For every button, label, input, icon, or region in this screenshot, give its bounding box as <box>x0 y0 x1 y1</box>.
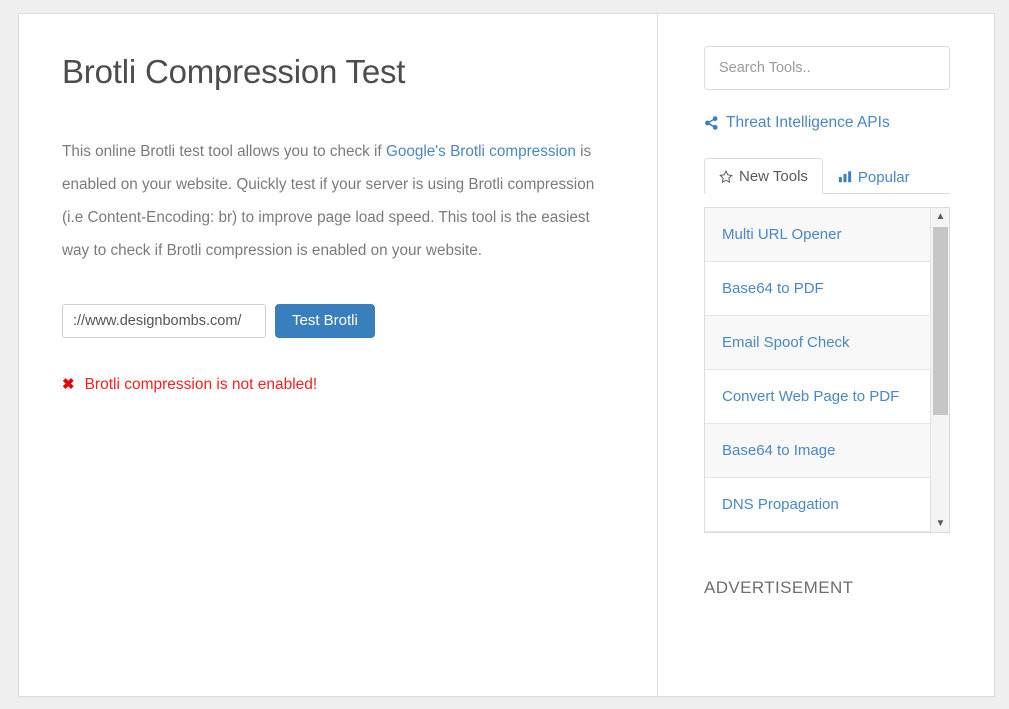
search-input[interactable] <box>704 46 950 90</box>
tab-popular-label: Popular <box>857 168 910 186</box>
scrollbar-up-arrow-icon[interactable]: ▲ <box>931 208 949 225</box>
tool-item-label: Convert Web Page to PDF <box>722 388 900 405</box>
content-card: Brotli Compression Test This online Brot… <box>18 13 995 697</box>
main-column: Brotli Compression Test This online Brot… <box>19 14 658 696</box>
result-message-text: Brotli compression is not enabled! <box>84 375 318 393</box>
tool-item-label: Email Spoof Check <box>722 334 850 351</box>
url-input[interactable] <box>62 303 266 338</box>
scrollbar-thumb[interactable] <box>933 227 948 415</box>
share-icon <box>704 116 719 130</box>
list-item[interactable]: Multi URL Opener <box>705 208 930 262</box>
tools-list: Multi URL Opener Base64 to PDF Email Spo… <box>705 208 930 532</box>
page-title: Brotli Compression Test <box>62 53 406 90</box>
page-root: Brotli Compression Test This online Brot… <box>0 0 1009 709</box>
result-message: ✖ Brotli compression is not enabled! <box>62 376 615 394</box>
threat-intelligence-apis-link[interactable]: Threat Intelligence APIs <box>704 114 950 132</box>
brotli-compression-link[interactable]: Google's Brotli compression <box>386 143 576 160</box>
sidebar-column: Threat Intelligence APIs New Tools <box>658 14 994 696</box>
tools-list-scrollbar[interactable]: ▲ ▼ <box>930 208 949 532</box>
tools-list-panel: Multi URL Opener Base64 to PDF Email Spo… <box>704 207 950 533</box>
star-icon <box>719 169 733 184</box>
tool-item-label: DNS Propagation <box>722 496 839 513</box>
error-x-icon: ✖ <box>62 376 75 394</box>
url-test-form: Test Brotli <box>62 303 615 338</box>
tool-item-label: Base64 to PDF <box>722 280 824 297</box>
tool-item-label: Multi URL Opener <box>722 226 842 243</box>
threat-intelligence-apis-label: Threat Intelligence APIs <box>726 114 890 131</box>
tool-item-label: Base64 to Image <box>722 442 836 459</box>
tab-popular[interactable]: Popular <box>823 158 925 194</box>
intro-text-before: This online Brotli test tool allows you … <box>62 142 386 160</box>
list-item[interactable]: DNS Propagation <box>705 478 930 532</box>
list-item[interactable]: Email Spoof Check <box>705 316 930 370</box>
sidebar-tabs: New Tools Popular <box>704 158 950 194</box>
list-item[interactable]: Base64 to PDF <box>705 262 930 316</box>
list-item[interactable]: Convert Web Page to PDF <box>705 370 930 424</box>
intro-paragraph: This online Brotli test tool allows you … <box>62 135 615 267</box>
list-item[interactable]: Base64 to Image <box>705 424 930 478</box>
bar-chart-icon <box>838 170 852 184</box>
tab-new-tools-label: New Tools <box>739 168 808 185</box>
tab-new-tools[interactable]: New Tools <box>704 158 823 194</box>
scrollbar-down-arrow-icon[interactable]: ▼ <box>931 515 949 532</box>
advertisement-label: ADVERTISEMENT <box>704 578 854 597</box>
test-brotli-button[interactable]: Test Brotli <box>275 303 375 338</box>
